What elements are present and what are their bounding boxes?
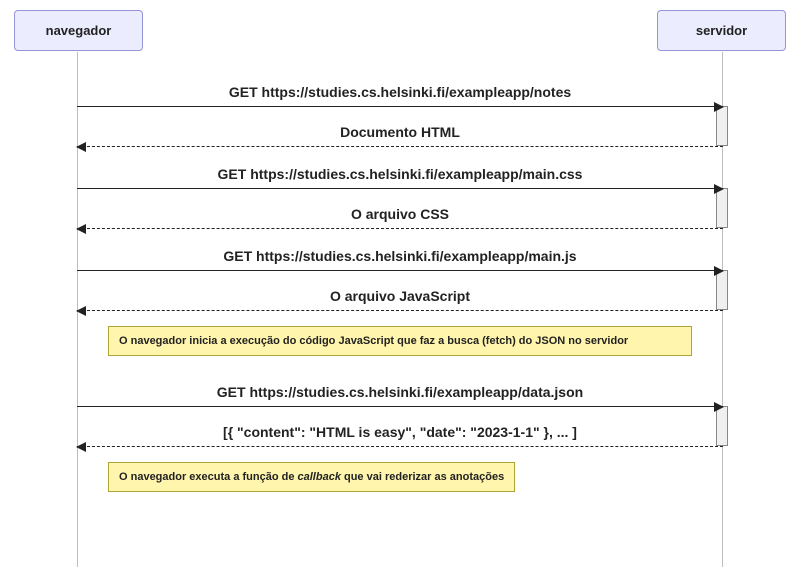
- message-get-json: GET https://studies.cs.helsinki.fi/examp…: [77, 384, 723, 424]
- arrow-solid-right: [77, 406, 723, 407]
- arrowhead-left-icon: [76, 306, 86, 316]
- arrowhead-right-icon: [714, 184, 724, 194]
- message-label: O arquivo JavaScript: [77, 288, 723, 304]
- arrowhead-right-icon: [714, 102, 724, 112]
- note-fetch-json: O navegador inicia a execução do código …: [108, 326, 692, 356]
- arrow-solid-right: [77, 270, 723, 271]
- message-label: [{ "content": "HTML is easy", "date": "2…: [77, 424, 723, 440]
- message-label: GET https://studies.cs.helsinki.fi/examp…: [77, 248, 723, 264]
- arrow-dashed-left: [77, 228, 723, 229]
- note-text-em: callback: [298, 471, 341, 483]
- arrowhead-left-icon: [76, 442, 86, 452]
- actor-navegador: navegador: [14, 10, 143, 51]
- message-doc-html: Documento HTML: [77, 124, 723, 164]
- arrowhead-right-icon: [714, 402, 724, 412]
- arrowhead-left-icon: [76, 142, 86, 152]
- message-label: GET https://studies.cs.helsinki.fi/examp…: [77, 166, 723, 182]
- message-label: GET https://studies.cs.helsinki.fi/examp…: [77, 84, 723, 100]
- message-get-notes: GET https://studies.cs.helsinki.fi/examp…: [77, 84, 723, 124]
- actor-servidor: servidor: [657, 10, 786, 51]
- message-css-file: O arquivo CSS: [77, 206, 723, 246]
- message-label: Documento HTML: [77, 124, 723, 140]
- arrow-dashed-left: [77, 146, 723, 147]
- message-get-css: GET https://studies.cs.helsinki.fi/examp…: [77, 166, 723, 206]
- message-label: GET https://studies.cs.helsinki.fi/examp…: [77, 384, 723, 400]
- note-text-post: que vai rederizar as anotações: [341, 471, 504, 483]
- arrowhead-left-icon: [76, 224, 86, 234]
- message-json-data: [{ "content": "HTML is easy", "date": "2…: [77, 424, 723, 464]
- arrow-dashed-left: [77, 310, 723, 311]
- arrowhead-right-icon: [714, 266, 724, 276]
- note-callback: O navegador executa a função de callback…: [108, 462, 515, 492]
- message-get-js: GET https://studies.cs.helsinki.fi/examp…: [77, 248, 723, 288]
- arrow-solid-right: [77, 188, 723, 189]
- arrow-dashed-left: [77, 446, 723, 447]
- message-js-file: O arquivo JavaScript: [77, 288, 723, 328]
- message-label: O arquivo CSS: [77, 206, 723, 222]
- arrow-solid-right: [77, 106, 723, 107]
- note-text-pre: O navegador executa a função de: [119, 471, 298, 483]
